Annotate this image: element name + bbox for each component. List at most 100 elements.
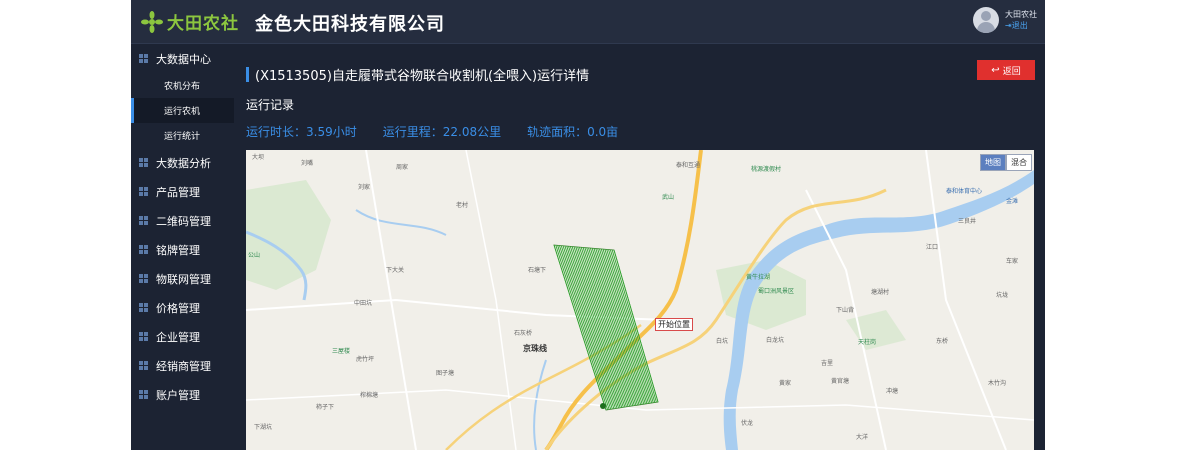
map-place-label: 下山背 [836,307,855,314]
map-place-label: 石灰桥 [514,330,533,337]
map-place-label: 伏龙 [741,420,754,427]
sidebar-item-label: 企业管理 [156,330,200,344]
map-place-label: 三良井 [958,218,977,225]
map-place-label: 坑垅 [996,292,1009,299]
track-map[interactable]: 地图 混合 开始位置 京珠线 大坝 刘嘴 刘家 老村 周家 公山 下大关 中田坑 三屋楼 虎竹坪图… [246,150,1034,450]
sidebar-item-big-data-analysis[interactable]: 大数据分析 [131,148,234,177]
map-place-label: 金滩 [1006,198,1019,205]
map-place-label: 黄牛拉湖 [746,274,771,281]
map-place-label: 泰和互通 [676,162,701,169]
map-place-label: 武山 [662,194,675,201]
app-window: 大田农社 金色大田科技有限公司 大田农社 ⇥退出 大数据中心 农机分布 运行农机… [131,0,1045,450]
sidebar-item-iot-management[interactable]: 物联网管理 [131,264,234,293]
title-accent-bar [246,67,249,82]
green-area [246,180,331,290]
map-place-label: 老村 [456,202,469,209]
map-place-label: 图子塘 [436,370,455,377]
main-content: (X1513505)自走履带式谷物联合收割机(全喂入)运行详情 ↩ 返回 运行记… [234,44,1045,450]
sidebar-item-product-management[interactable]: 产品管理 [131,177,234,206]
map-place-label: 中田坑 [354,300,373,307]
top-header: 大田农社 金色大田科技有限公司 大田农社 ⇥退出 [131,0,1045,44]
return-arrow-icon: ↩ [991,64,1000,76]
map-place-label: 石塘下 [528,267,547,274]
map-place-label: 刘嘴 [301,160,314,167]
company-name: 金色大田科技有限公司 [255,14,445,35]
map-place-label: 吉里 [821,360,834,367]
brand-name: 大田农社 [167,14,239,34]
map-place-label: 车家 [1006,258,1019,265]
sidebar-item-price-management[interactable]: 价格管理 [131,293,234,322]
user-panel: 大田农社 ⇥退出 [973,7,1037,33]
map-type-switch: 地图 混合 [980,154,1032,171]
page-title: (X1513505)自走履带式谷物联合收割机(全喂入)运行详情 [255,69,590,84]
map-place-label: 虎竹坪 [356,356,375,363]
grid-icon [139,245,148,254]
avatar[interactable] [973,7,999,33]
run-distance: 运行里程：22.08公里 [382,125,502,139]
road-label: 京珠线 [523,344,547,353]
map-place-label: 冲塘 [886,388,899,395]
section-heading: 运行记录 [246,98,295,112]
road [465,150,517,450]
sidebar-subitem-running-stats[interactable]: 运行统计 [131,123,234,148]
map-place-label: 桃源渡假村 [751,166,782,173]
harvester-track [553,244,659,411]
sidebar-item-label: 价格管理 [156,301,200,315]
track-pass [555,245,609,410]
sidebar-item-label: 二维码管理 [156,214,211,228]
sidebar-item-dealer-management[interactable]: 经销商管理 [131,351,234,380]
map-place-label: 东桥 [936,338,949,345]
map-place-label: 泰和体育中心 [946,188,983,195]
track-area: 轨迹面积：0.0亩 [527,125,619,139]
back-button-label: 返回 [1002,66,1021,77]
hybrid-view-button[interactable]: 混合 [1006,154,1032,171]
logout-icon: ⇥ [1005,21,1012,30]
map-place-label: 江口 [926,244,939,251]
grid-icon [139,303,148,312]
map-place-label: 榨棉塘 [360,392,379,399]
sidebar-subitem-running-machines[interactable]: 运行农机 [131,98,234,123]
logout-link[interactable]: ⇥退出 [1005,20,1037,31]
map-place-label: 木竹沟 [988,380,1007,387]
stream [533,359,547,450]
map-place-label: 白坑 [716,338,729,345]
brand-logo[interactable]: 大田农社 [141,9,239,34]
sidebar-item-big-data-center[interactable]: 大数据中心 [131,44,234,73]
sidebar-item-enterprise-management[interactable]: 企业管理 [131,322,234,351]
leaf-logo-icon [141,10,163,33]
sidebar-item-nameplate-management[interactable]: 铭牌管理 [131,235,234,264]
back-button[interactable]: ↩ 返回 [977,60,1035,80]
map-place-label: 周家 [396,164,409,171]
logout-label: 退出 [1011,21,1028,30]
sidebar-item-qrcode-management[interactable]: 二维码管理 [131,206,234,235]
map-place-label: 公山 [248,252,261,259]
map-place-label: 塘湖村 [871,289,890,296]
map-place-label: 下湖坑 [254,424,273,431]
stream [355,209,447,236]
sidebar-item-label: 大数据分析 [156,156,211,170]
sidebar-subitem-machine-distribution[interactable]: 农机分布 [131,73,234,98]
track-end-point [600,403,606,409]
run-stats: 运行时长：3.59小时 运行里程：22.08公里 轨迹面积：0.0亩 [246,123,644,140]
start-position-marker[interactable]: 开始位置 [655,318,693,331]
grid-icon [139,187,148,196]
sidebar-item-account-management[interactable]: 账户管理 [131,380,234,409]
map-place-label: 蜀口洲风景区 [758,288,795,295]
map-place-label: 天柱岗 [858,339,877,346]
grid-icon [139,274,148,283]
map-place-label: 三屋楼 [332,348,351,355]
map-view-button[interactable]: 地图 [980,154,1006,171]
run-duration: 运行时长：3.59小时 [246,125,357,139]
grid-icon [139,216,148,225]
sidebar-item-label: 账户管理 [156,388,200,402]
map-place-label: 大洋 [856,434,869,441]
map-place-label: 黄家 [779,380,792,387]
map-place-label: 下大关 [386,267,405,274]
map-place-label: 白龙坑 [766,337,785,344]
road [365,150,417,450]
grid-icon [139,390,148,399]
track-pass [557,245,610,410]
page-title-row: (X1513505)自走履带式谷物联合收割机(全喂入)运行详情 [246,65,589,84]
map-place-label: 刘家 [358,184,371,191]
user-name: 大田农社 [1005,10,1037,19]
